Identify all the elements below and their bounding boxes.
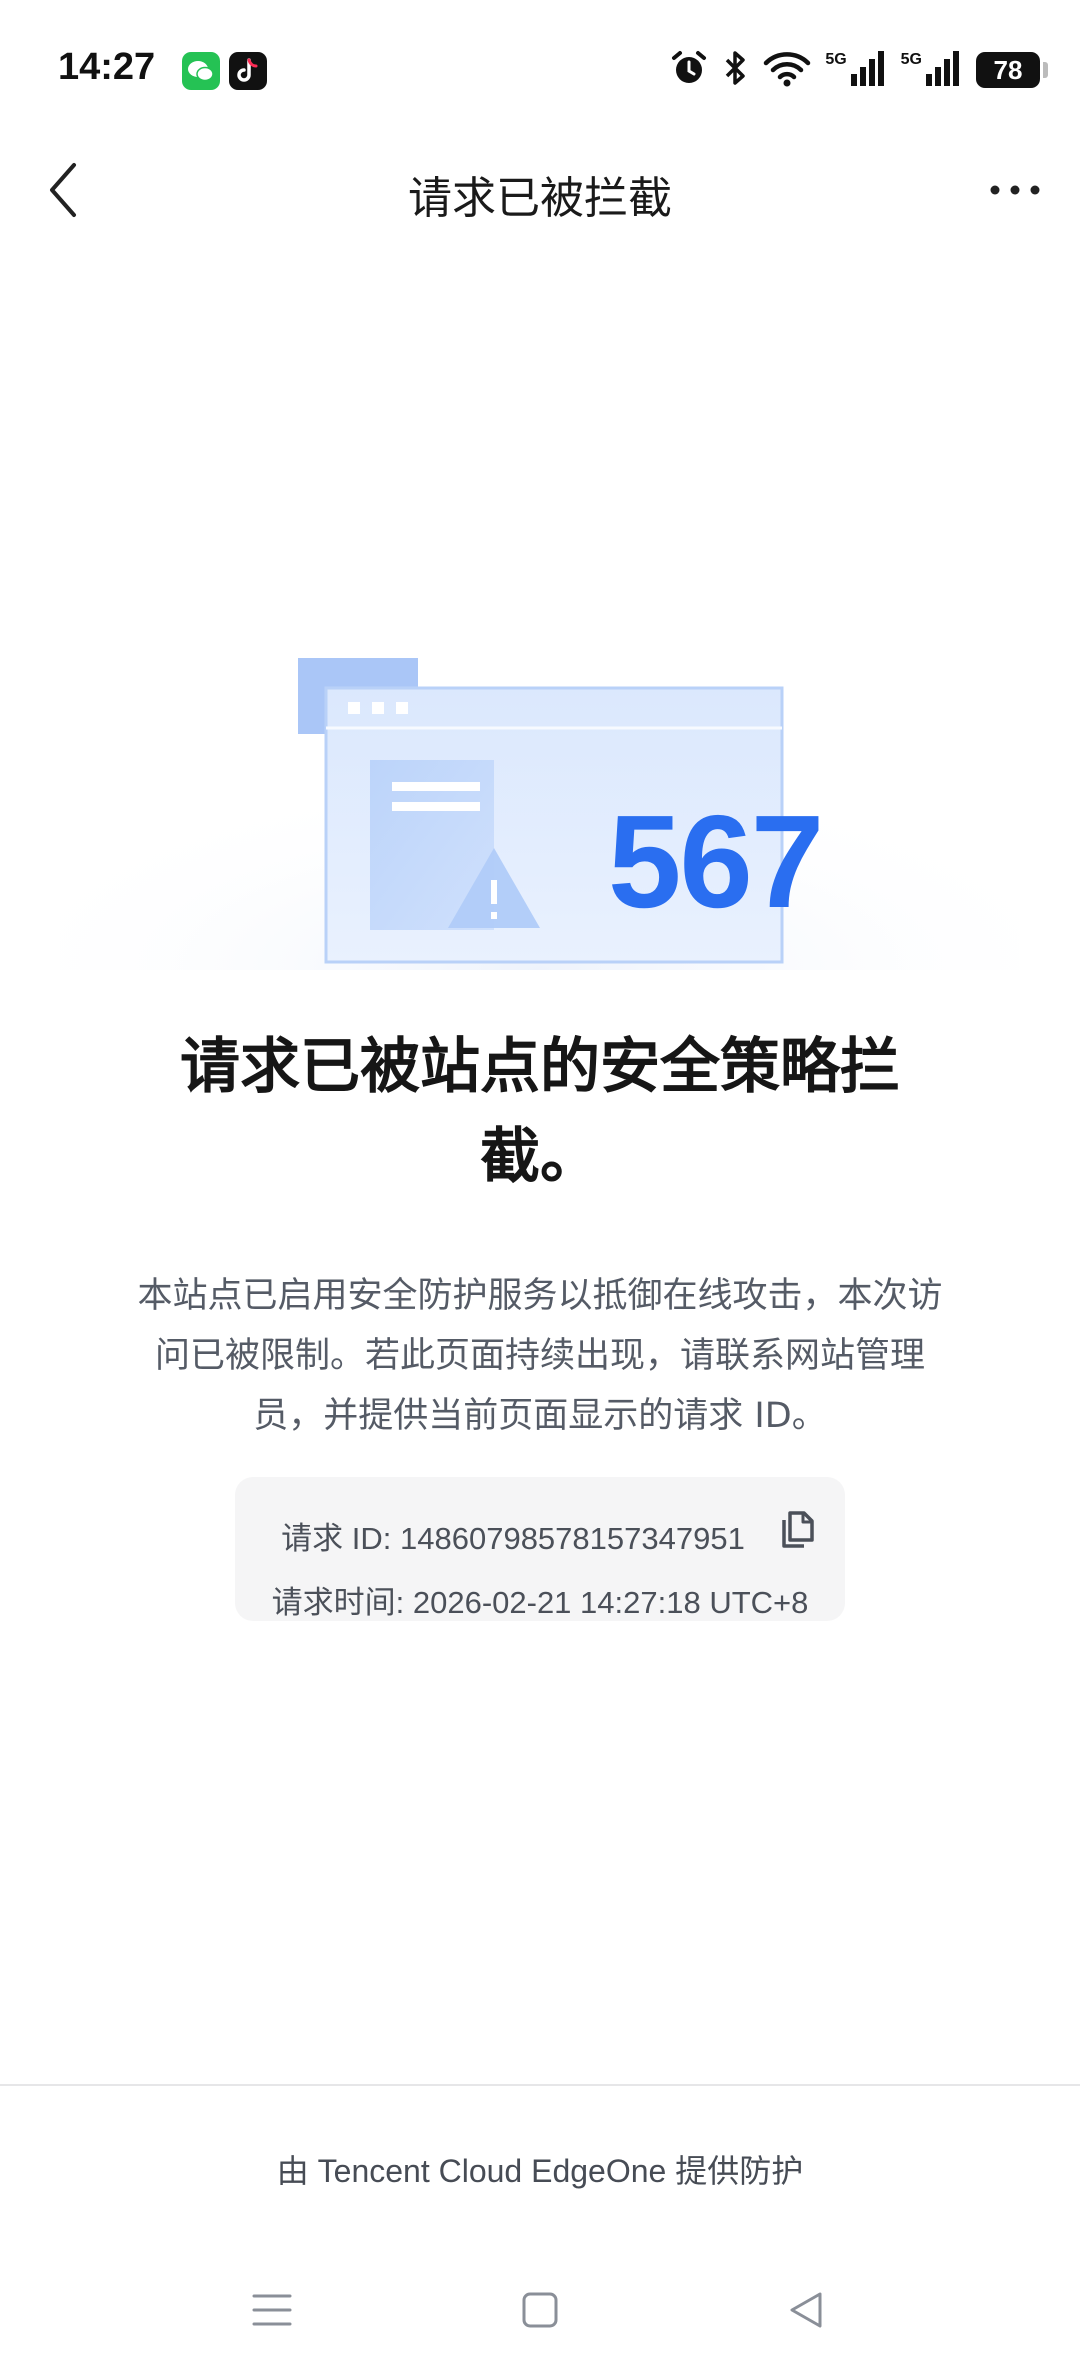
status-bar: 14:27 5G 5G 78: [0, 0, 1080, 140]
wechat-icon: [182, 52, 220, 90]
system-back-button[interactable]: [766, 2270, 846, 2350]
system-menu-button[interactable]: [232, 2270, 312, 2350]
system-home-button[interactable]: [500, 2270, 580, 2350]
copy-button[interactable]: [775, 1507, 819, 1551]
home-square-icon: [522, 2292, 558, 2328]
description-line: 本站点已启用安全防护服务以抵御在线攻击，本次访: [137, 1276, 943, 1316]
page-title: 请求已被拦截: [408, 173, 672, 224]
system-navigation-bar: [0, 2270, 1080, 2350]
headline-line: 请求已被站点的安全策略拦: [180, 1032, 900, 1102]
battery-icon: 78: [976, 52, 1048, 88]
footer-divider: [0, 2084, 1080, 2086]
bluetooth-icon: [723, 48, 749, 92]
network-type-label: 5G: [900, 51, 922, 68]
request-id[interactable]: 请求 ID: 14860798578157347951: [235, 1513, 845, 1558]
description-line: 问已被限制。若此页面持续出现，请联系网站管理: [154, 1336, 925, 1376]
request-time: 请求时间: 2026-02-21 14:27:18 UTC+8: [271, 1585, 809, 1620]
network-type-label: 5G: [825, 51, 847, 68]
back-triangle-icon: [790, 2292, 822, 2328]
blocked-description: 本站点已启用安全防护服务以抵御在线攻击，本次访 问已被限制。若此页面持续出现，请…: [98, 1266, 982, 1446]
more-button[interactable]: [970, 150, 1060, 230]
status-time: 14:27: [58, 46, 156, 88]
copy-icon: [782, 1511, 814, 1548]
request-info-card: 请求 ID: 14860798578157347951 请求时间: 2026-0…: [235, 1477, 845, 1621]
error-code: 567: [608, 788, 824, 935]
status-indicators: 5G 5G 78: [669, 48, 1048, 92]
signal-icon: [849, 48, 887, 92]
alarm-icon: [669, 48, 709, 92]
nav-bar: 请求已被拦截: [0, 140, 1080, 240]
signal-icon: [924, 48, 962, 92]
blocked-headline: 请求已被站点的安全策略拦 截。: [140, 1022, 940, 1202]
description-line: 员，并提供当前页面显示的请求 ID。: [253, 1396, 827, 1436]
menu-icon: [252, 2294, 292, 2326]
wifi-icon: [763, 48, 811, 92]
blocked-illustration: 567: [60, 630, 1020, 970]
more-horizontal-icon: [990, 185, 1040, 195]
tiktok-icon: [229, 52, 267, 90]
headline-line: 截。: [480, 1122, 600, 1192]
footer-protection-text: 由 Tencent Cloud EdgeOne 提供防护: [276, 2153, 804, 2189]
